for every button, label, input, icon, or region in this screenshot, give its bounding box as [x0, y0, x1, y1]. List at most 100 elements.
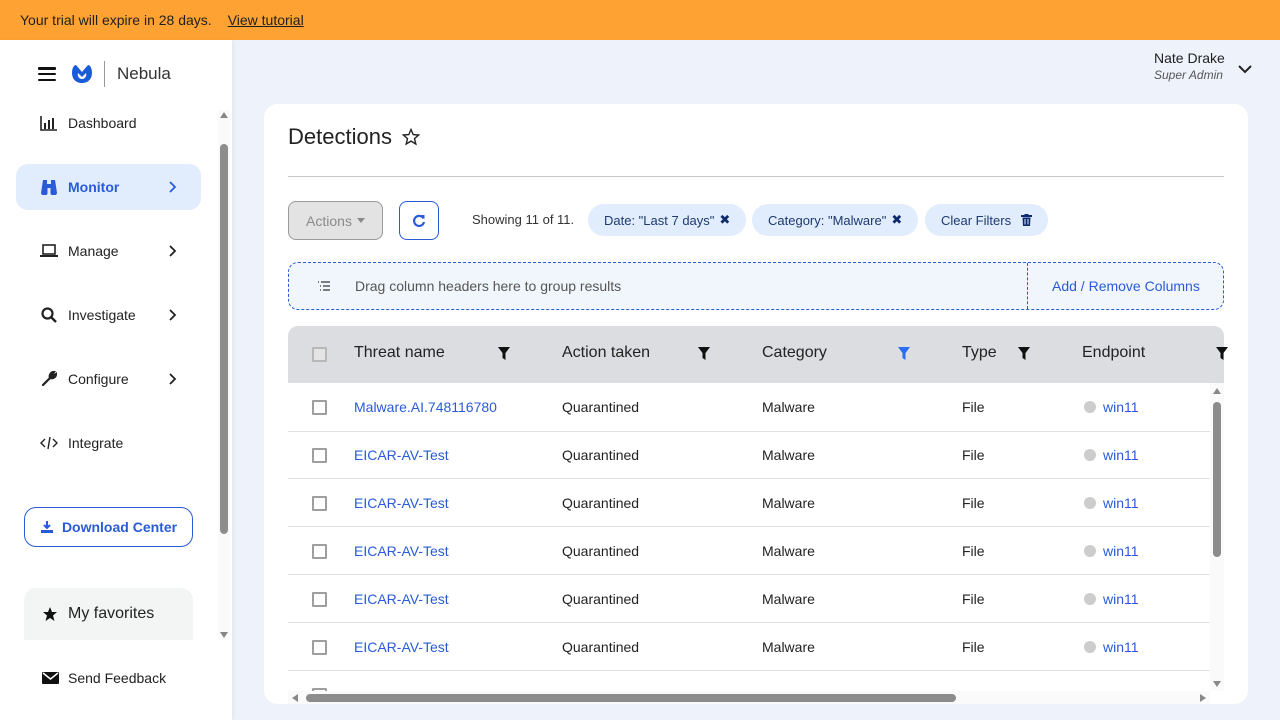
refresh-icon: [413, 214, 426, 227]
send-feedback-label: Send Feedback: [68, 670, 167, 686]
bar-chart-icon: [40, 114, 58, 132]
sidebar-item-investigate[interactable]: Investigate: [16, 292, 201, 338]
row-checkbox[interactable]: [312, 640, 327, 655]
type-cell: File: [962, 639, 985, 655]
row-checkbox[interactable]: [312, 496, 327, 511]
filter-icon[interactable]: [698, 347, 710, 360]
endpoint-link[interactable]: win11: [1103, 591, 1139, 607]
filter-chip-label: Category: "Malware": [768, 212, 887, 228]
sidebar-item-dashboard[interactable]: Dashboard: [16, 100, 201, 146]
row-checkbox[interactable]: [312, 448, 327, 463]
category-cell: Malware: [762, 447, 815, 463]
scroll-right-arrow-icon[interactable]: [1200, 694, 1206, 702]
row-checkbox[interactable]: [312, 592, 327, 607]
endpoint-link[interactable]: win11: [1103, 639, 1139, 655]
table-hscroll-thumb[interactable]: [306, 694, 956, 702]
endpoint-status-dot-icon: [1084, 641, 1096, 653]
clear-filters-button[interactable]: Clear Filters: [925, 204, 1049, 236]
logo-divider: [104, 61, 105, 87]
category-cell: Malware: [762, 591, 815, 607]
chevron-right-icon: [169, 309, 177, 321]
filter-active-icon[interactable]: [898, 347, 910, 360]
table-row[interactable]: Malware.AI.748116780 Quarantined Malware Fi…: [288, 383, 1210, 432]
user-role: Super Admin: [1154, 68, 1223, 82]
chevron-down-icon[interactable]: [1238, 64, 1252, 74]
endpoint-status-dot-icon: [1084, 545, 1096, 557]
filter-chip-category[interactable]: Category: "Malware" ✖: [752, 204, 919, 236]
endpoint-status-dot-icon: [1084, 497, 1096, 509]
select-all-checkbox[interactable]: [312, 347, 327, 362]
add-remove-columns-button[interactable]: Add / Remove Columns: [1052, 278, 1200, 294]
column-header-threat-name[interactable]: Threat name: [354, 344, 445, 362]
trial-banner: Your trial will expire in 28 days. View …: [0, 0, 1280, 40]
table-row[interactable]: [288, 671, 1210, 691]
scroll-down-arrow-icon[interactable]: [1213, 681, 1221, 687]
threat-name-link[interactable]: EICAR-AV-Test: [354, 543, 449, 559]
code-icon: [40, 434, 58, 452]
table-row[interactable]: EICAR-AV-Test Quarantined Malware File win11: [288, 479, 1210, 527]
row-checkbox[interactable]: [312, 544, 327, 559]
view-tutorial-link[interactable]: View tutorial: [228, 12, 304, 28]
endpoint-link[interactable]: win11: [1103, 495, 1139, 511]
endpoint-link[interactable]: win11: [1103, 399, 1139, 415]
column-header-endpoint[interactable]: Endpoint: [1082, 344, 1145, 362]
scroll-up-arrow-icon[interactable]: [1213, 388, 1221, 394]
my-favorites-label: My favorites: [68, 605, 155, 622]
actions-dropdown-button[interactable]: Actions: [288, 201, 383, 240]
binoculars-icon: [40, 178, 58, 196]
refresh-button[interactable]: [399, 201, 439, 240]
sidebar-item-monitor[interactable]: Monitor: [16, 164, 201, 210]
filter-chip-date[interactable]: Date: "Last 7 days" ✖: [588, 204, 747, 236]
column-header-category[interactable]: Category: [762, 344, 827, 362]
send-feedback-link[interactable]: Send Feedback: [42, 670, 166, 686]
hamburger-menu-icon[interactable]: [38, 67, 56, 81]
table-row[interactable]: EICAR-AV-Test Quarantined Malware File win11: [288, 623, 1210, 671]
sidebar-item-label: Manage: [68, 243, 119, 259]
endpoint-status-dot-icon: [1084, 449, 1096, 461]
table-row[interactable]: EICAR-AV-Test Quarantined Malware File win11: [288, 431, 1210, 479]
threat-name-link[interactable]: EICAR-AV-Test: [354, 495, 449, 511]
filter-icon[interactable]: [498, 347, 510, 360]
column-header-type[interactable]: Type: [962, 344, 997, 362]
sidebar-item-manage[interactable]: Manage: [16, 228, 201, 274]
table-body: Malware.AI.748116780 Quarantined Malware Fi…: [288, 383, 1210, 691]
endpoint-link[interactable]: win11: [1103, 543, 1139, 559]
my-favorites[interactable]: My favorites: [24, 588, 193, 640]
sidebar-scrollbar[interactable]: [218, 110, 230, 640]
favorite-star-icon[interactable]: [402, 128, 420, 146]
type-cell: File: [962, 399, 985, 415]
remove-filter-icon[interactable]: ✖: [719, 212, 730, 228]
table-horizontal-scrollbar[interactable]: [288, 691, 1210, 704]
table-vertical-scrollbar[interactable]: [1210, 383, 1224, 691]
scroll-down-arrow-icon[interactable]: [220, 632, 228, 638]
group-by-drop-zone[interactable]: Drag column headers here to group result…: [288, 262, 1224, 310]
table-row[interactable]: EICAR-AV-Test Quarantined Malware File win11: [288, 527, 1210, 575]
star-filled-icon: [43, 607, 57, 621]
filter-icon[interactable]: [1216, 347, 1228, 360]
category-cell: Malware: [762, 399, 815, 415]
endpoint-link[interactable]: win11: [1103, 447, 1139, 463]
scroll-left-arrow-icon[interactable]: [292, 694, 298, 702]
table-row[interactable]: EICAR-AV-Test Quarantined Malware File win11: [288, 575, 1210, 623]
sidebar-scroll-thumb[interactable]: [220, 144, 228, 534]
column-header-action-taken[interactable]: Action taken: [562, 344, 650, 362]
filter-icon[interactable]: [1018, 347, 1030, 360]
remove-filter-icon[interactable]: ✖: [891, 212, 902, 228]
download-center-button[interactable]: Download Center: [24, 507, 193, 547]
actions-label: Actions: [306, 212, 352, 229]
scroll-up-arrow-icon[interactable]: [220, 112, 228, 118]
user-menu[interactable]: Nate Drake Super Admin: [1154, 50, 1252, 82]
action-taken-cell: Quarantined: [562, 543, 640, 559]
sidebar-item-configure[interactable]: Configure: [16, 356, 201, 402]
trial-message: Your trial will expire in 28 days.: [20, 12, 212, 28]
table-vscroll-thumb[interactable]: [1213, 402, 1221, 557]
laptop-icon: [40, 242, 58, 260]
threat-name-link[interactable]: Malware.AI.748116780: [354, 399, 497, 415]
filter-chip-label: Date: "Last 7 days": [604, 212, 715, 228]
sidebar-item-integrate[interactable]: Integrate: [16, 420, 201, 466]
threat-name-link[interactable]: EICAR-AV-Test: [354, 639, 449, 655]
threat-name-link[interactable]: EICAR-AV-Test: [354, 447, 449, 463]
row-checkbox[interactable]: [312, 400, 327, 415]
threat-name-link[interactable]: EICAR-AV-Test: [354, 591, 449, 607]
sidebar-item-label: Dashboard: [68, 115, 137, 131]
